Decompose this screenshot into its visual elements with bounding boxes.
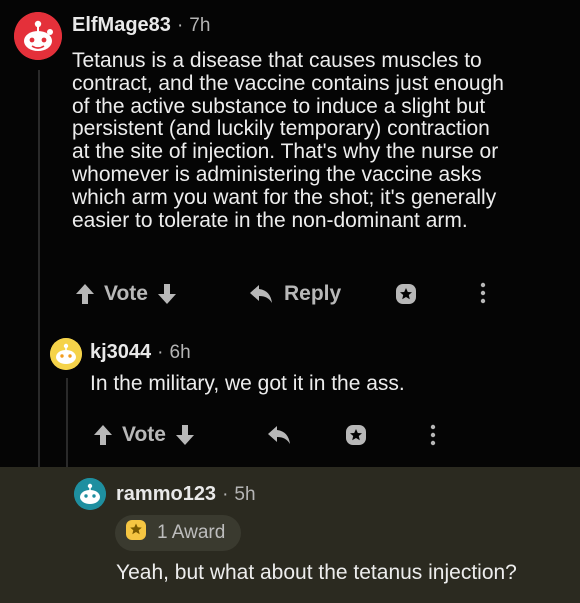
snoo-avatar-icon <box>14 12 62 60</box>
downvote-arrow-icon[interactable] <box>174 423 196 447</box>
comment-header: rammo123 · 5h <box>116 483 256 506</box>
comment-line: easier to tolerate in the non-dominant a… <box>72 208 468 232</box>
upvote-arrow-icon[interactable] <box>74 282 96 306</box>
award-badge[interactable]: 1 Award <box>115 515 241 551</box>
comment-header: ElfMage83 · 7h <box>72 14 210 37</box>
comment-body: Yeah, but what about the tetanus injecti… <box>116 561 517 584</box>
comment-age: 6h <box>169 342 191 363</box>
username[interactable]: ElfMage83 <box>72 14 171 37</box>
reply-button[interactable]: Reply <box>248 282 341 306</box>
comment-age: 5h <box>234 484 256 505</box>
avatar[interactable] <box>14 12 62 60</box>
comment-line: of the active substance to induce a slig… <box>72 94 486 118</box>
comment-header: kj3044 · 6h <box>90 341 191 364</box>
username[interactable]: kj3044 <box>90 341 151 364</box>
vote-controls: Vote <box>92 423 196 447</box>
comment-line: Tetanus is a disease that causes muscles… <box>72 49 482 72</box>
vote-label: Vote <box>104 282 148 305</box>
snoo-avatar-icon <box>74 478 106 510</box>
username[interactable]: rammo123 <box>116 483 216 506</box>
comment-line: persistent (and luckily temporary) contr… <box>72 117 490 141</box>
dot-separator: · <box>176 15 184 36</box>
dot-separator: · <box>157 342 164 363</box>
comment-line: at the site of injection. That's why the… <box>72 140 499 164</box>
downvote-arrow-icon[interactable] <box>156 282 178 306</box>
avatar[interactable] <box>74 478 106 510</box>
comment-line: whomever is administering the vaccine as… <box>72 162 482 186</box>
award-icon[interactable] <box>344 423 368 452</box>
dot-separator: · <box>222 484 229 505</box>
comment-line: which arm you want for the shot; it's ge… <box>72 185 497 209</box>
comment-line: contract, and the vaccine contains just … <box>72 71 504 95</box>
more-options-icon[interactable] <box>430 424 436 451</box>
vote-label: Vote <box>122 423 166 446</box>
comment-body: In the military, we got it in the ass. <box>90 372 405 395</box>
upvote-arrow-icon[interactable] <box>92 423 114 447</box>
more-options-icon[interactable] <box>480 282 486 309</box>
reply-label: Reply <box>284 282 342 305</box>
reply-arrow-icon[interactable] <box>266 424 292 451</box>
award-count-label: 1 Award <box>157 522 226 543</box>
vote-controls: Vote <box>74 282 178 306</box>
award-icon[interactable] <box>394 282 418 311</box>
snoo-avatar-icon <box>50 338 82 370</box>
avatar[interactable] <box>50 338 82 370</box>
comment-body: Tetanus is a disease that causes muscles… <box>72 49 572 232</box>
comment-age: 7h <box>189 15 211 36</box>
reply-arrow-icon <box>248 283 274 305</box>
award-icon <box>125 519 147 547</box>
